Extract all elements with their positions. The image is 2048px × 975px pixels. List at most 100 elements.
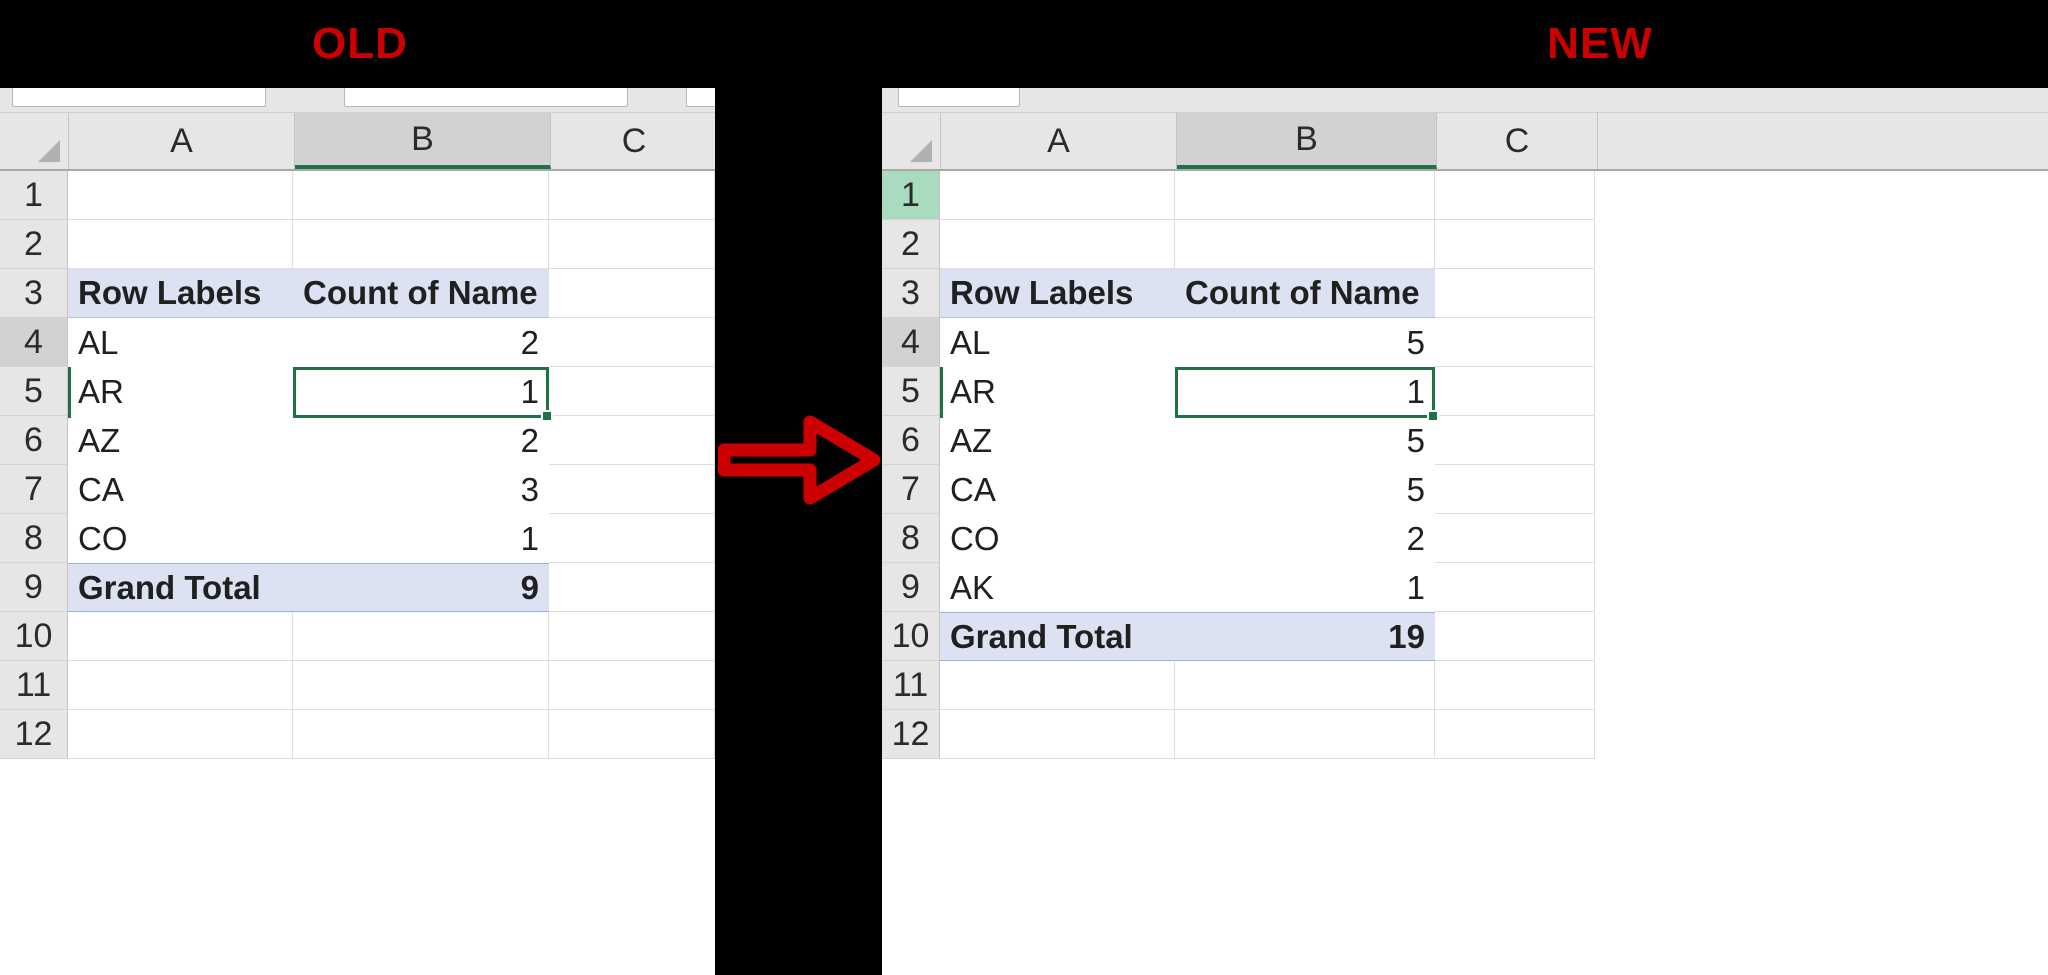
cell-a12-old[interactable] xyxy=(68,710,293,759)
cell-a1-new[interactable] xyxy=(940,171,1175,220)
cell-c2-new[interactable] xyxy=(1435,220,1595,269)
cell-a2-new[interactable] xyxy=(940,220,1175,269)
cell-b7-old[interactable]: 3 xyxy=(293,465,549,514)
row-labels-header-new[interactable]: Row Labels xyxy=(940,269,1175,318)
cell-b11-new[interactable] xyxy=(1175,661,1435,710)
cell-a7-new[interactable]: CA xyxy=(940,465,1175,514)
cell-c9-old[interactable] xyxy=(549,563,715,612)
cell-a10-old[interactable] xyxy=(68,612,293,661)
cell-c3-old[interactable] xyxy=(549,269,715,318)
cell-b5-new[interactable]: 1 xyxy=(1175,367,1435,416)
column-header-a-new[interactable]: A xyxy=(941,113,1177,169)
cell-b12-new[interactable] xyxy=(1175,710,1435,759)
cell-b4-old[interactable]: 2 xyxy=(293,318,549,367)
select-all-corner-old[interactable] xyxy=(0,113,69,169)
row-header-1-new[interactable]: 1 xyxy=(882,171,940,220)
cell-c12-new[interactable] xyxy=(1435,710,1595,759)
row-header-6-new[interactable]: 6 xyxy=(882,416,940,465)
row-header-4-old[interactable]: 4 xyxy=(0,318,68,367)
cell-a11-old[interactable] xyxy=(68,661,293,710)
row-header-10-new[interactable]: 10 xyxy=(882,612,940,661)
cell-a4-old[interactable]: AL xyxy=(68,318,293,367)
cell-b11-old[interactable] xyxy=(293,661,549,710)
cell-b2-old[interactable] xyxy=(293,220,549,269)
cell-c10-new[interactable] xyxy=(1435,612,1595,661)
cell-c8-new[interactable] xyxy=(1435,514,1595,563)
cell-b2-new[interactable] xyxy=(1175,220,1435,269)
cell-b1-new[interactable] xyxy=(1175,171,1435,220)
cell-a6-new[interactable]: AZ xyxy=(940,416,1175,465)
cell-c6-new[interactable] xyxy=(1435,416,1595,465)
row-header-12-old[interactable]: 12 xyxy=(0,710,68,759)
cell-a8-old[interactable]: CO xyxy=(68,514,293,563)
count-of-name-header-new[interactable]: Count of Name xyxy=(1175,269,1435,318)
cell-a12-new[interactable] xyxy=(940,710,1175,759)
row-header-1-old[interactable]: 1 xyxy=(0,171,68,220)
cell-b4-new[interactable]: 5 xyxy=(1175,318,1435,367)
grand-total-label-old[interactable]: Grand Total xyxy=(68,563,293,612)
cell-c2-old[interactable] xyxy=(549,220,715,269)
cell-c6-old[interactable] xyxy=(549,416,715,465)
column-header-a-old[interactable]: A xyxy=(69,113,295,169)
cell-b1-old[interactable] xyxy=(293,171,549,220)
row-header-7-old[interactable]: 7 xyxy=(0,465,68,514)
cell-c12-old[interactable] xyxy=(549,710,715,759)
cell-a7-old[interactable]: CA xyxy=(68,465,293,514)
cell-a11-new[interactable] xyxy=(940,661,1175,710)
row-header-8-new[interactable]: 8 xyxy=(882,514,940,563)
cell-c5-old[interactable] xyxy=(549,367,715,416)
row-header-5-new[interactable]: 5 xyxy=(882,367,940,416)
cell-c1-old[interactable] xyxy=(549,171,715,220)
cell-b8-old[interactable]: 1 xyxy=(293,514,549,563)
column-header-c-old[interactable]: C xyxy=(551,113,715,169)
cell-c10-old[interactable] xyxy=(549,612,715,661)
cell-c7-old[interactable] xyxy=(549,465,715,514)
cell-a5-old[interactable]: AR xyxy=(68,367,293,416)
cell-c7-new[interactable] xyxy=(1435,465,1595,514)
cell-a6-old[interactable]: AZ xyxy=(68,416,293,465)
count-of-name-header-old[interactable]: Count of Name xyxy=(293,269,549,318)
row-header-11-new[interactable]: 11 xyxy=(882,661,940,710)
grand-total-value-old[interactable]: 9 xyxy=(293,563,549,612)
cell-c3-new[interactable] xyxy=(1435,269,1595,318)
row-header-9-old[interactable]: 9 xyxy=(0,563,68,612)
cell-b9-new[interactable]: 1 xyxy=(1175,563,1435,612)
row-header-12-new[interactable]: 12 xyxy=(882,710,940,759)
cell-a2-old[interactable] xyxy=(68,220,293,269)
row-header-2-new[interactable]: 2 xyxy=(882,220,940,269)
cell-c9-new[interactable] xyxy=(1435,563,1595,612)
cell-b6-old[interactable]: 2 xyxy=(293,416,549,465)
row-header-10-old[interactable]: 10 xyxy=(0,612,68,661)
cell-c5-new[interactable] xyxy=(1435,367,1595,416)
row-header-7-new[interactable]: 7 xyxy=(882,465,940,514)
column-header-b-old[interactable]: B xyxy=(295,113,551,169)
cell-b6-new[interactable]: 5 xyxy=(1175,416,1435,465)
select-all-corner-new[interactable] xyxy=(882,113,941,169)
cell-c4-old[interactable] xyxy=(549,318,715,367)
row-header-9-new[interactable]: 9 xyxy=(882,563,940,612)
column-header-c-new[interactable]: C xyxy=(1437,113,1598,169)
cell-a8-new[interactable]: CO xyxy=(940,514,1175,563)
cell-a9-new[interactable]: AK xyxy=(940,563,1175,612)
row-header-8-old[interactable]: 8 xyxy=(0,514,68,563)
cell-b5-old[interactable]: 1 xyxy=(293,367,549,416)
cell-a4-new[interactable]: AL xyxy=(940,318,1175,367)
row-header-2-old[interactable]: 2 xyxy=(0,220,68,269)
cell-c4-new[interactable] xyxy=(1435,318,1595,367)
cell-b8-new[interactable]: 2 xyxy=(1175,514,1435,563)
grand-total-label-new[interactable]: Grand Total xyxy=(940,612,1175,661)
cell-c1-new[interactable] xyxy=(1435,171,1595,220)
cell-c8-old[interactable] xyxy=(549,514,715,563)
row-header-6-old[interactable]: 6 xyxy=(0,416,68,465)
cell-b10-old[interactable] xyxy=(293,612,549,661)
row-labels-header-old[interactable]: Row Labels xyxy=(68,269,293,318)
row-header-5-old[interactable]: 5 xyxy=(0,367,68,416)
column-header-b-new[interactable]: B xyxy=(1177,113,1437,169)
cell-c11-new[interactable] xyxy=(1435,661,1595,710)
grand-total-value-new[interactable]: 19 xyxy=(1175,612,1435,661)
cell-a1-old[interactable] xyxy=(68,171,293,220)
cell-b12-old[interactable] xyxy=(293,710,549,759)
row-header-11-old[interactable]: 11 xyxy=(0,661,68,710)
row-header-3-new[interactable]: 3 xyxy=(882,269,940,318)
row-header-4-new[interactable]: 4 xyxy=(882,318,940,367)
